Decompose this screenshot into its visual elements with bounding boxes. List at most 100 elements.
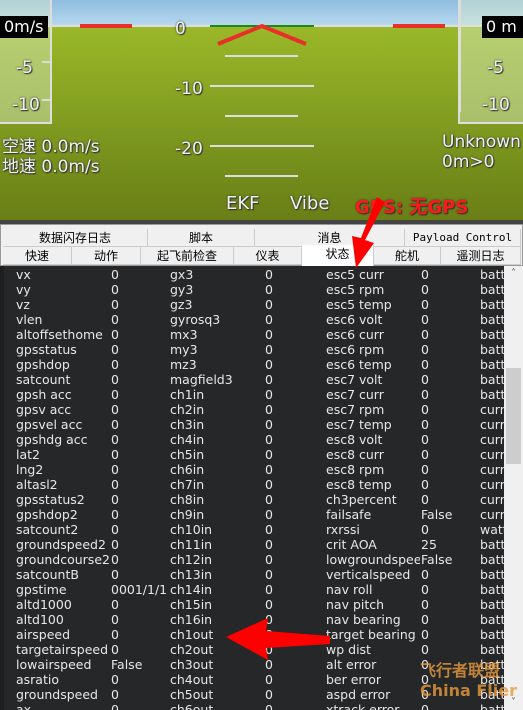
table-row[interactable]: lng2 0 ch6in 0 esc8 rpm 0 curr xyxy=(4,462,504,477)
table-row[interactable]: ax 0 ch6out 0 xtrack error 0 batt xyxy=(4,702,504,710)
field-name: gpsstatus xyxy=(16,342,77,357)
field-name: esc8 volt xyxy=(326,432,383,447)
field-value: 0 xyxy=(111,687,119,702)
field-name: rxrssi xyxy=(326,522,360,537)
field-value: 0 xyxy=(111,447,119,462)
field-value: 0 xyxy=(265,687,273,702)
table-row[interactable]: gpstime 0001/1/1 ch14in 0 nav roll 0 batt xyxy=(4,582,504,597)
field-name: watt xyxy=(480,522,504,537)
table-row[interactable]: targetairspeed 0 ch2out 0 wp dist 0 batt xyxy=(4,642,504,657)
table-row[interactable]: vx 0 gx3 0 esc5 curr 0 batt xyxy=(4,267,504,282)
gps-status[interactable]: GPS: 无GPS xyxy=(355,193,468,219)
table-row[interactable]: gpsstatus 0 my3 0 esc6 rpm 0 batt xyxy=(4,342,504,357)
table-row[interactable]: satcount 0 magfield3 0 esc7 volt 0 batt xyxy=(4,372,504,387)
tab-preflight[interactable]: 起飞前检查 xyxy=(141,247,234,265)
field-value: 25 xyxy=(421,537,437,552)
field-name: groundspeed2 xyxy=(16,537,106,552)
field-name: xtrack error xyxy=(326,702,400,710)
field-name: ch4in xyxy=(170,432,205,447)
scroll-up-icon[interactable]: ˄ xyxy=(504,268,523,279)
tab-servo[interactable]: 舵机 xyxy=(374,247,441,265)
table-row[interactable]: airspeed 0 ch1out 0 target bearing 0 batt xyxy=(4,627,504,642)
field-value: 0 xyxy=(111,297,119,312)
field-value: 0 xyxy=(111,372,119,387)
tab-quick[interactable]: 快速 xyxy=(3,247,72,265)
field-value: 0 xyxy=(421,567,429,582)
tab-scripts[interactable]: 脚本 xyxy=(148,229,255,247)
scrollbar[interactable]: ˄ ˅ xyxy=(504,266,523,710)
table-row[interactable]: gpsv acc 0 ch2in 0 esc7 rpm 0 curr xyxy=(4,402,504,417)
field-value: 0 xyxy=(111,552,119,567)
field-name: batt xyxy=(480,687,504,702)
vibe-status[interactable]: Vibe xyxy=(290,193,329,214)
scrollbar-thumb[interactable] xyxy=(506,368,521,464)
tab-status[interactable]: 状态 xyxy=(302,245,374,266)
field-value: 0 xyxy=(421,462,429,477)
table-row[interactable]: altasl2 0 ch7in 0 esc8 temp 0 curr xyxy=(4,477,504,492)
field-name: airspeed xyxy=(16,627,71,642)
field-name: magfield3 xyxy=(170,372,233,387)
field-name: batt xyxy=(480,357,504,372)
field-name: altoffsethome xyxy=(16,327,103,342)
field-value: 0 xyxy=(421,672,429,687)
table-row[interactable]: vy 0 gy3 0 esc5 rpm 0 batt xyxy=(4,282,504,297)
field-value: 0 xyxy=(421,627,429,642)
table-row[interactable]: lowairspeed False ch3out 0 alt error 0 batt xyxy=(4,657,504,672)
field-name: altd100 xyxy=(16,612,64,627)
table-row[interactable]: groundspeed 0 ch5out 0 aspd error 0 batt xyxy=(4,687,504,702)
field-name: ch10in xyxy=(170,522,213,537)
altitude-readout: 0 m xyxy=(482,16,523,38)
tab-payload-control[interactable]: Payload Control xyxy=(405,229,521,247)
tab-actions[interactable]: 动作 xyxy=(72,247,141,265)
field-name: batt xyxy=(480,657,504,672)
scroll-down-icon[interactable]: ˅ xyxy=(504,697,523,708)
table-row[interactable]: satcount2 0 ch10in 0 rxrssi 0 watt xyxy=(4,522,504,537)
field-name: curr xyxy=(480,402,504,417)
field-value: 0 xyxy=(265,672,273,687)
field-name: esc5 curr xyxy=(326,267,384,282)
tab-gauges[interactable]: 仪表 xyxy=(234,247,302,265)
field-value: 0 xyxy=(421,312,429,327)
field-name: gpsstatus2 xyxy=(16,492,85,507)
field-name: batt xyxy=(480,567,504,582)
table-row[interactable]: asratio 0 ch4out 0 ber error 0 batt xyxy=(4,672,504,687)
table-row[interactable]: altd1000 0 ch15in 0 nav pitch 0 batt xyxy=(4,597,504,612)
field-name: mx3 xyxy=(170,327,198,342)
tab-bar: 数据闪存日志 脚本 消息 Payload Control 快速 动作 起飞前检查… xyxy=(0,224,523,266)
table-row[interactable]: gpshdg acc 0 ch4in 0 esc8 volt 0 curr xyxy=(4,432,504,447)
field-value: 0 xyxy=(421,267,429,282)
field-name: aspd error xyxy=(326,687,391,702)
table-row[interactable]: gpsstatus2 0 ch8in 0 ch3percent 0 curr xyxy=(4,492,504,507)
field-value: 0 xyxy=(265,387,273,402)
table-row[interactable]: vlen 0 gyrosq3 0 esc6 volt 0 batt xyxy=(4,312,504,327)
table-row[interactable]: altd100 0 ch16in 0 nav bearing 0 batt xyxy=(4,612,504,627)
table-row[interactable]: gpsvel acc 0 ch3in 0 esc7 temp 0 curr xyxy=(4,417,504,432)
field-value: 0 xyxy=(421,597,429,612)
table-row[interactable]: groundspeed2 0 ch11in 0 crit AOA 25 batt xyxy=(4,537,504,552)
table-row[interactable]: vz 0 gz3 0 esc5 temp 0 batt xyxy=(4,297,504,312)
tab-dataflash-logs[interactable]: 数据闪存日志 xyxy=(3,229,148,247)
field-name: ber error xyxy=(326,672,381,687)
table-row[interactable]: gpshdop 0 mz3 0 esc6 temp 0 batt xyxy=(4,357,504,372)
field-name: batt xyxy=(480,312,504,327)
table-row[interactable]: altoffsethome 0 mx3 0 esc6 curr 0 batt xyxy=(4,327,504,342)
field-name: gpshdg acc xyxy=(16,432,88,447)
table-row[interactable]: lat2 0 ch5in 0 esc8 curr 0 curr xyxy=(4,447,504,462)
field-name: ch2in xyxy=(170,402,205,417)
table-row[interactable]: groundcourse2 0 ch12in 0 lowgroundspeed False… xyxy=(4,552,504,567)
tab-telemetry-logs[interactable]: 遥测日志 xyxy=(441,247,521,265)
speed-readout: 0m/s xyxy=(0,16,48,38)
table-row[interactable]: satcountB 0 ch13in 0 verticalspeed 0 batt xyxy=(4,567,504,582)
field-name: batt xyxy=(480,267,504,282)
field-name: ch11in xyxy=(170,537,213,552)
field-value: 0 xyxy=(265,507,273,522)
field-value: 0 xyxy=(265,537,273,552)
table-row[interactable]: gpsh acc 0 ch1in 0 esc7 curr 0 batt xyxy=(4,387,504,402)
field-name: failsafe xyxy=(326,507,372,522)
ekf-status[interactable]: EKF xyxy=(226,193,260,214)
field-name: gpshdop xyxy=(16,357,70,372)
table-row[interactable]: gpshdop2 0 ch9in 0 failsafe False curr xyxy=(4,507,504,522)
field-value: 0 xyxy=(265,267,273,282)
field-name: ch1in xyxy=(170,387,205,402)
field-value: 0 xyxy=(111,402,119,417)
